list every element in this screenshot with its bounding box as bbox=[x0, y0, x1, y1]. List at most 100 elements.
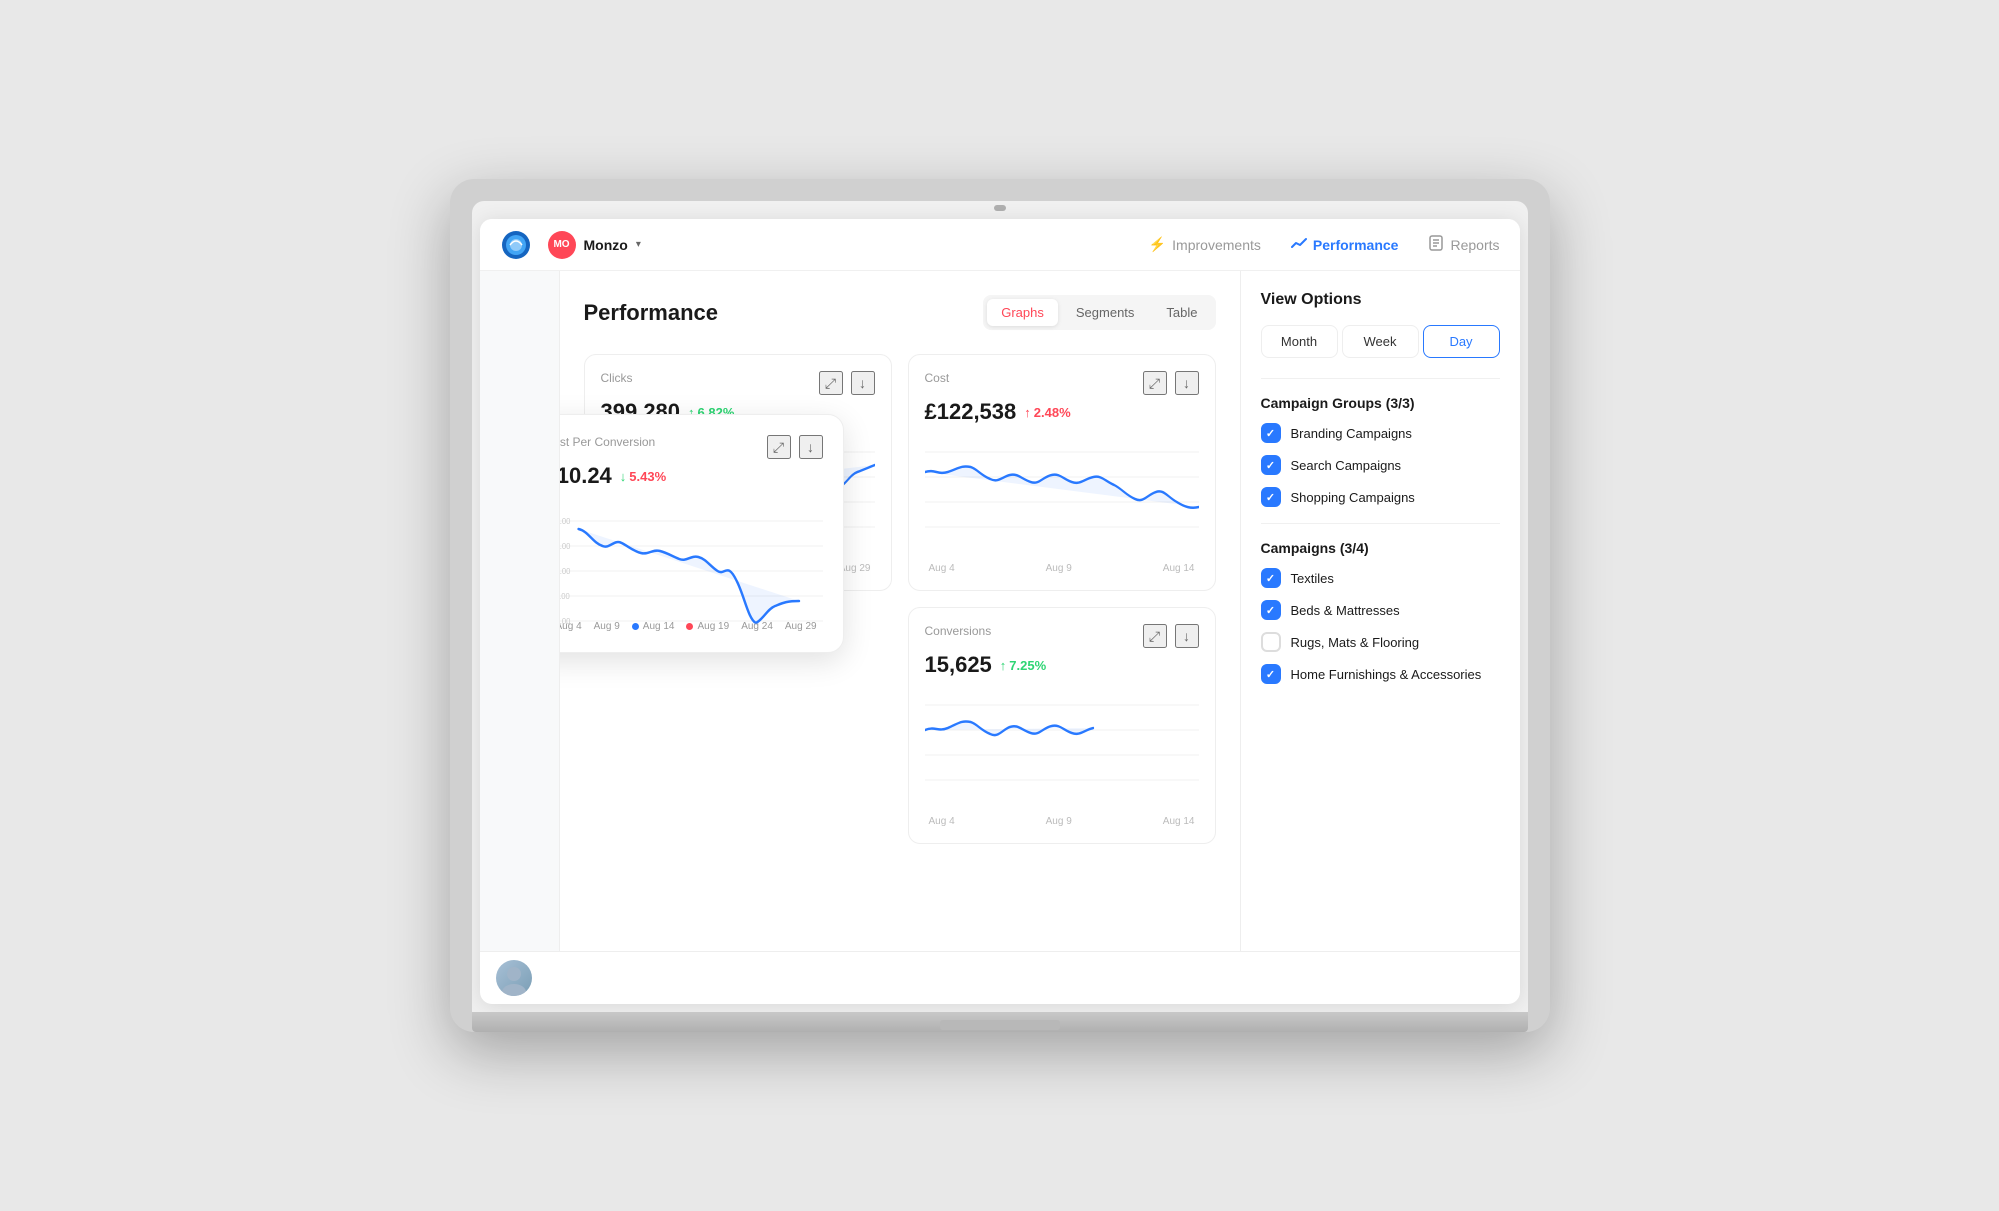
campaign-rugs[interactable]: Rugs, Mats & Flooring bbox=[1261, 632, 1500, 652]
label-textiles: Textiles bbox=[1291, 571, 1334, 586]
nav-brand[interactable]: MO Monzo ▾ bbox=[548, 231, 641, 259]
conversions-arrow-icon: ↑ bbox=[1000, 658, 1007, 673]
filter-month[interactable]: Month bbox=[1261, 325, 1338, 358]
conversions-actions: ⤢ ↓ bbox=[1143, 624, 1199, 648]
brand-avatar: MO bbox=[548, 231, 576, 259]
panel-divider-2 bbox=[1261, 523, 1500, 524]
cpc-change: ↓ 5.43% bbox=[620, 469, 666, 484]
dot-aug24: Aug 24 bbox=[741, 621, 773, 632]
campaign-beds[interactable]: ✓ Beds & Mattresses bbox=[1261, 600, 1500, 620]
campaign-group-shopping[interactable]: ✓ Shopping Campaigns bbox=[1261, 487, 1500, 507]
checkbox-home[interactable]: ✓ bbox=[1261, 664, 1281, 684]
svg-text:£12.00: £12.00 bbox=[560, 567, 571, 576]
conversions-change: ↑ 7.25% bbox=[1000, 658, 1046, 673]
dot-aug14: Aug 14 bbox=[632, 621, 675, 632]
conversions-chart-svg bbox=[925, 690, 1199, 810]
label-search: Search Campaigns bbox=[1291, 458, 1402, 473]
app-window: MO Monzo ▾ ⚡ Improvements bbox=[480, 219, 1520, 1004]
cost-per-conversion-card: Cost Per Conversion ⤢ ↓ £10.24 ↓ bbox=[560, 414, 844, 653]
conversions-download-btn[interactable]: ↓ bbox=[1175, 624, 1199, 648]
bottom-user-bar bbox=[480, 951, 1520, 1004]
panel-divider-1 bbox=[1261, 378, 1500, 379]
laptop-base bbox=[472, 1012, 1528, 1032]
svg-text:£11.00: £11.00 bbox=[560, 592, 570, 601]
check-icon-3: ✓ bbox=[1266, 491, 1275, 504]
nav-item-performance[interactable]: Performance bbox=[1291, 235, 1399, 254]
app-logo bbox=[500, 229, 532, 261]
nav-item-improvements[interactable]: ⚡ Improvements bbox=[1149, 236, 1261, 253]
cost-header: Cost ⤢ ↓ bbox=[925, 371, 1199, 395]
tab-table[interactable]: Table bbox=[1152, 299, 1211, 326]
campaign-group-branding[interactable]: ✓ Branding Campaigns bbox=[1261, 423, 1500, 443]
lightning-icon: ⚡ bbox=[1149, 236, 1166, 253]
dot-aug19: Aug 19 bbox=[686, 621, 729, 632]
check-icon: ✓ bbox=[1266, 427, 1275, 440]
campaign-textiles[interactable]: ✓ Textiles bbox=[1261, 568, 1500, 588]
nav-items: ⚡ Improvements Performance bbox=[1149, 235, 1500, 254]
sidebar bbox=[480, 271, 560, 951]
dot-aug4: Aug 4 bbox=[560, 621, 582, 632]
cost-label: Cost bbox=[925, 371, 950, 385]
top-nav: MO Monzo ▾ ⚡ Improvements bbox=[480, 219, 1520, 271]
laptop-screen: MO Monzo ▾ ⚡ Improvements bbox=[472, 201, 1528, 1012]
cpc-download-btn[interactable]: ↓ bbox=[799, 435, 823, 459]
cost-x-labels: Aug 4 Aug 9 Aug 14 bbox=[925, 563, 1199, 574]
view-tabs: Graphs Segments Table bbox=[983, 295, 1215, 330]
check-icon-6: ✓ bbox=[1266, 668, 1275, 681]
label-home: Home Furnishings & Accessories bbox=[1291, 667, 1482, 682]
label-branding: Branding Campaigns bbox=[1291, 426, 1412, 441]
label-shopping: Shopping Campaigns bbox=[1291, 490, 1415, 505]
checkbox-rugs[interactable] bbox=[1261, 632, 1281, 652]
avatar-image bbox=[496, 960, 532, 996]
campaigns-title: Campaigns (3/4) bbox=[1261, 540, 1500, 556]
svg-text:£14.00: £14.00 bbox=[560, 517, 571, 526]
cpc-value-row: £10.24 ↓ 5.43% bbox=[560, 463, 823, 489]
filter-week[interactable]: Week bbox=[1342, 325, 1419, 358]
cpc-number: £10.24 bbox=[560, 463, 612, 489]
report-icon bbox=[1428, 235, 1444, 254]
conversions-x-labels: Aug 4 Aug 9 Aug 14 bbox=[925, 816, 1199, 827]
nav-chevron: ▾ bbox=[636, 239, 641, 250]
right-panel: View Options Month Week Day Campaign Gro… bbox=[1240, 271, 1520, 951]
cpc-chart: £14.00 £13.00 £12.00 £11.00 £10.00 bbox=[560, 501, 823, 621]
cost-actions: ⤢ ↓ bbox=[1143, 371, 1199, 395]
clicks-label: Clicks bbox=[601, 371, 633, 385]
check-icon-2: ✓ bbox=[1266, 459, 1275, 472]
checkbox-textiles[interactable]: ✓ bbox=[1261, 568, 1281, 588]
cpc-actions: ⤢ ↓ bbox=[767, 435, 823, 459]
check-icon-4: ✓ bbox=[1266, 572, 1275, 585]
campaign-group-search[interactable]: ✓ Search Campaigns bbox=[1261, 455, 1500, 475]
page-title: Performance bbox=[584, 300, 719, 326]
main-layout: Performance Graphs Segments Table Cost bbox=[480, 271, 1520, 951]
dot-aug9: Aug 9 bbox=[594, 621, 620, 632]
cost-number: £122,538 bbox=[925, 399, 1017, 425]
cost-chart-svg bbox=[925, 437, 1199, 557]
cost-value-row: £122,538 ↑ 2.48% bbox=[925, 399, 1199, 425]
checkbox-shopping[interactable]: ✓ bbox=[1261, 487, 1281, 507]
cost-expand-btn[interactable]: ⤢ bbox=[1143, 371, 1167, 395]
cost-arrow-icon: ↑ bbox=[1024, 405, 1031, 420]
panel-title: View Options bbox=[1261, 291, 1500, 309]
conversions-label: Conversions bbox=[925, 624, 992, 638]
tab-segments[interactable]: Segments bbox=[1062, 299, 1149, 326]
conversions-number: 15,625 bbox=[925, 652, 992, 678]
filter-day[interactable]: Day bbox=[1423, 325, 1500, 358]
cost-chart-card: Cost ⤢ ↓ £122,538 ↑ bbox=[908, 354, 1216, 591]
campaigns-section: Campaigns (3/4) ✓ Textiles ✓ Beds & Mat bbox=[1261, 540, 1500, 684]
campaign-groups-title: Campaign Groups (3/3) bbox=[1261, 395, 1500, 411]
checkbox-search[interactable]: ✓ bbox=[1261, 455, 1281, 475]
conversions-expand-btn[interactable]: ⤢ bbox=[1143, 624, 1167, 648]
tab-graphs[interactable]: Graphs bbox=[987, 299, 1058, 326]
campaign-home[interactable]: ✓ Home Furnishings & Accessories bbox=[1261, 664, 1500, 684]
nav-item-reports[interactable]: Reports bbox=[1428, 235, 1499, 254]
brand-name: Monzo bbox=[584, 237, 628, 253]
clicks-header: Clicks ⤢ ↓ bbox=[601, 371, 875, 395]
cost-download-btn[interactable]: ↓ bbox=[1175, 371, 1199, 395]
content-header: Performance Graphs Segments Table bbox=[584, 295, 1216, 330]
checkbox-branding[interactable]: ✓ bbox=[1261, 423, 1281, 443]
time-filters: Month Week Day bbox=[1261, 325, 1500, 358]
checkbox-beds[interactable]: ✓ bbox=[1261, 600, 1281, 620]
cpc-expand-btn[interactable]: ⤢ bbox=[767, 435, 791, 459]
clicks-expand-btn[interactable]: ⤢ bbox=[819, 371, 843, 395]
clicks-download-btn[interactable]: ↓ bbox=[851, 371, 875, 395]
